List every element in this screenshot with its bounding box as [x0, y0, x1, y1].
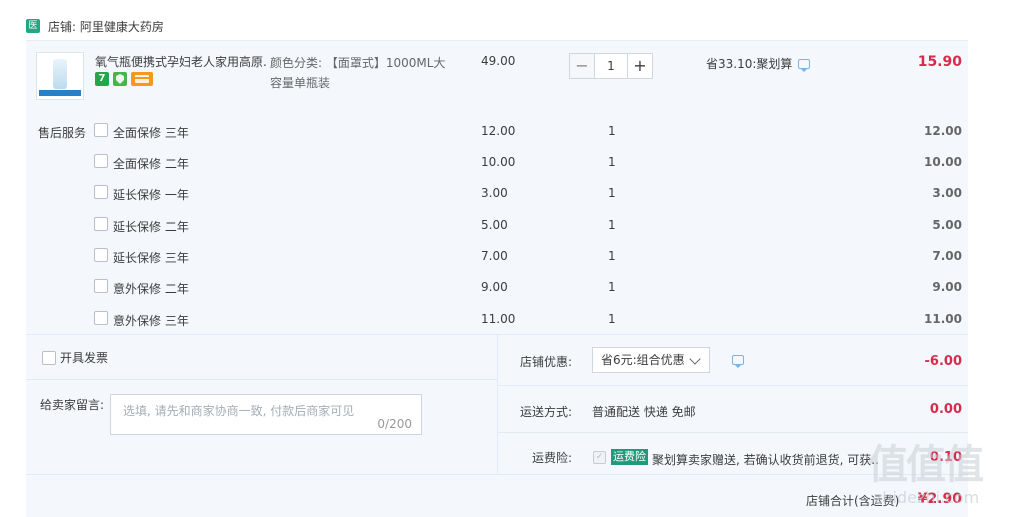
- thumbnail-band: [39, 90, 81, 96]
- divider: [498, 432, 968, 433]
- service-total: 3.00: [932, 186, 962, 200]
- unit-price: 49.00: [481, 54, 516, 68]
- pharmacy-icon: 医: [26, 19, 40, 33]
- item-total: 15.90: [917, 54, 962, 70]
- service-row: 意外保修 二年 9.00 1 9.00: [26, 277, 968, 297]
- service-price: 12.00: [481, 124, 516, 138]
- invoice-checkbox[interactable]: [42, 350, 56, 365]
- service-total: 12.00: [924, 124, 962, 138]
- product-title[interactable]: 氧气瓶便携式孕妇老人家用高原...: [95, 53, 267, 70]
- order-options-panel: 开具发票 给卖家留言: 选填, 请先和商家协商一致, 付款后商家可见 0/200…: [26, 334, 968, 475]
- service-row: 意外保修 三年 11.00 1 11.00: [26, 309, 968, 329]
- service-total: 7.00: [932, 249, 962, 263]
- service-price: 10.00: [481, 155, 516, 169]
- service-row: 全面保修 三年 12.00 1 12.00: [26, 121, 968, 141]
- service-checkbox[interactable]: [94, 279, 108, 293]
- quantity-stepper: − 1 +: [569, 53, 653, 79]
- service-price: 9.00: [481, 280, 508, 294]
- shipping-label: 运送方式:: [520, 405, 573, 419]
- chat-icon[interactable]: [732, 355, 744, 368]
- divider: [498, 385, 968, 386]
- discount-select[interactable]: 省6元:组合优惠: [592, 347, 710, 373]
- service-qty: 1: [608, 186, 616, 200]
- service-total: 10.00: [924, 155, 962, 169]
- service-checkbox[interactable]: [94, 185, 108, 199]
- service-name: 意外保修 三年: [113, 314, 189, 328]
- seven-day-return-icon: 7: [95, 72, 109, 86]
- service-total: 9.00: [932, 280, 962, 294]
- shipping-method: 普通配送 快递 免邮: [592, 405, 696, 419]
- service-qty: 1: [608, 280, 616, 294]
- store-total-label: 店铺合计(含运费): [806, 494, 900, 508]
- increase-button[interactable]: +: [627, 53, 653, 79]
- service-row: 延长保修 一年 3.00 1 3.00: [26, 183, 968, 203]
- service-total: 11.00: [924, 312, 962, 326]
- service-name: 延长保修 三年: [113, 251, 189, 265]
- discount-value: -6.00: [924, 354, 962, 369]
- product-badges: 7: [95, 72, 153, 86]
- store-total-value: ¥2.90: [917, 491, 962, 507]
- service-qty: 1: [608, 249, 616, 263]
- decrease-button[interactable]: −: [569, 53, 595, 79]
- invoice-label: 开具发票: [60, 351, 109, 365]
- service-row: 延长保修 三年 7.00 1 7.00: [26, 246, 968, 266]
- message-char-count: 0/200: [377, 417, 412, 431]
- service-name: 延长保修 二年: [113, 220, 189, 234]
- service-name: 意外保修 二年: [113, 282, 189, 296]
- insurance-label: 运费险:: [532, 451, 573, 465]
- service-row: 全面保修 二年 10.00 1 10.00: [26, 152, 968, 172]
- service-name: 延长保修 一年: [113, 188, 189, 202]
- chevron-down-icon: [689, 353, 701, 365]
- message-textarea[interactable]: 选填, 请先和商家协商一致, 付款后商家可见 0/200: [110, 394, 422, 435]
- insurance-tag: 运费险: [611, 449, 648, 465]
- bottle-image: [53, 59, 67, 89]
- divider: [497, 335, 498, 475]
- chat-icon[interactable]: [798, 58, 811, 72]
- store-name[interactable]: 店铺: 阿里健康大药房: [48, 18, 164, 35]
- service-checkbox[interactable]: [94, 311, 108, 325]
- divider: [26, 379, 497, 380]
- insurance-value: 0.10: [929, 450, 962, 465]
- guarantee-icon: [113, 72, 127, 86]
- service-qty: 1: [608, 312, 616, 326]
- invoice-option[interactable]: 开具发票: [42, 349, 108, 366]
- shipping-value: 0.00: [929, 402, 962, 417]
- promo-text: 省33.10:聚划算: [706, 57, 793, 71]
- service-total: 5.00: [932, 218, 962, 232]
- message-placeholder: 选填, 请先和商家协商一致, 付款后商家可见: [123, 404, 355, 418]
- promo-info: 省33.10:聚划算: [706, 55, 811, 72]
- store-total-bar: 店铺合计(含运费) ¥2.90: [26, 474, 968, 517]
- service-checkbox[interactable]: [94, 217, 108, 231]
- discount-label: 店铺优惠:: [520, 355, 573, 369]
- product-sku: 颜色分类: 【面罩式】1000ML大容量单瓶装: [270, 56, 446, 90]
- service-checkbox[interactable]: [94, 248, 108, 262]
- message-label: 给卖家留言:: [40, 398, 105, 412]
- service-checkbox[interactable]: [94, 123, 108, 137]
- store-header: 医 店铺: 阿里健康大药房: [26, 16, 164, 36]
- service-price: 3.00: [481, 186, 508, 200]
- product-card: 氧气瓶便携式孕妇老人家用高原... 7 颜色分类: 【面罩式】1000ML大容量…: [26, 40, 968, 334]
- quantity-input[interactable]: 1: [595, 53, 627, 79]
- service-name: 全面保修 三年: [113, 126, 189, 140]
- credit-card-icon: [131, 72, 153, 86]
- service-qty: 1: [608, 218, 616, 232]
- service-price: 7.00: [481, 249, 508, 263]
- service-row: 延长保修 二年 5.00 1 5.00: [26, 215, 968, 235]
- service-price: 11.00: [481, 312, 516, 326]
- service-qty: 1: [608, 155, 616, 169]
- insurance-text: 聚划算卖家赠送, 若确认收货前退货, 可获...: [652, 453, 878, 467]
- discount-selected: 省6元:组合优惠: [601, 353, 685, 367]
- insurance-checkbox[interactable]: ✓: [593, 451, 606, 464]
- service-checkbox[interactable]: [94, 154, 108, 168]
- service-name: 全面保修 二年: [113, 157, 189, 171]
- service-qty: 1: [608, 124, 616, 138]
- service-price: 5.00: [481, 218, 508, 232]
- product-thumbnail[interactable]: [36, 52, 84, 100]
